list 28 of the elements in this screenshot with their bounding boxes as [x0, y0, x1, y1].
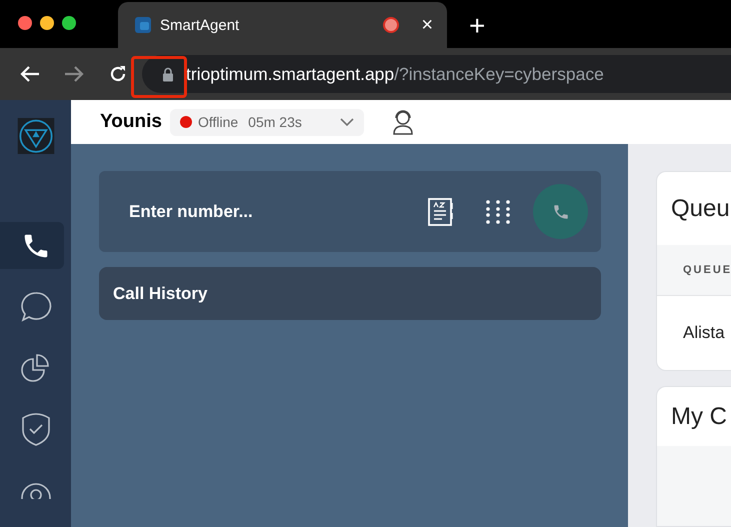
new-tab-button[interactable]: +	[469, 12, 486, 40]
reload-icon[interactable]	[108, 64, 128, 84]
window-minimize-button[interactable]	[40, 16, 54, 30]
chat-icon	[18, 290, 52, 324]
agent-name: Younis	[100, 111, 162, 133]
call-history-header[interactable]: Call History	[99, 267, 601, 320]
contacts-icon[interactable]	[427, 196, 455, 226]
table-cell: Alista	[683, 323, 725, 343]
keypad-icon[interactable]	[485, 198, 511, 224]
profile-icon	[18, 480, 52, 499]
address-bar[interactable]: trioptimum.smartagent.app/?instanceKey=cyberspace	[142, 55, 731, 93]
phone-icon	[552, 202, 570, 220]
lock-icon	[162, 66, 174, 82]
close-tab-button[interactable]: ×	[421, 15, 433, 35]
shield-icon	[20, 410, 52, 447]
agent-icon[interactable]	[392, 109, 414, 135]
chevron-icon	[340, 118, 354, 126]
column-header: QUEUE	[683, 264, 731, 276]
window-close-button[interactable]	[18, 16, 32, 30]
favicon-icon	[134, 16, 152, 34]
back-icon[interactable]	[20, 65, 40, 83]
status-dropdown[interactable]: Offline 05m 23s	[170, 108, 364, 136]
card-title: Queu	[671, 194, 730, 222]
browser-tab[interactable]: SmartAgent ×	[118, 2, 447, 48]
card-title: My C	[671, 402, 727, 430]
tab-title: SmartAgent	[160, 16, 240, 34]
window-zoom-button[interactable]	[62, 16, 76, 30]
sidebar-item[interactable]	[0, 222, 64, 270]
